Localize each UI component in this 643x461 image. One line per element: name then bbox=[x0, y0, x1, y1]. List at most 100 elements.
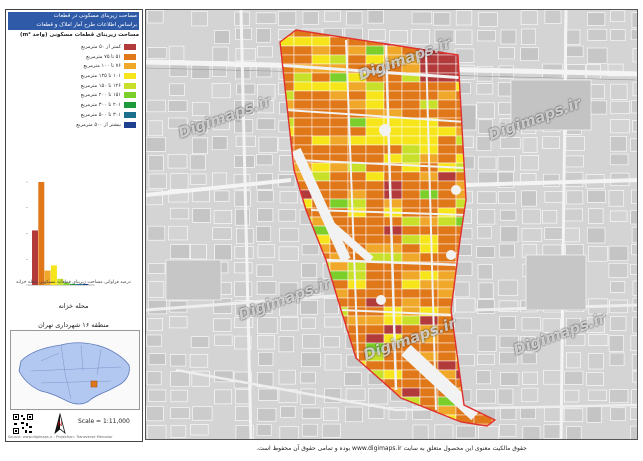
city-block bbox=[258, 136, 278, 153]
city-block bbox=[564, 155, 584, 168]
parcel bbox=[383, 180, 403, 191]
parcel bbox=[437, 90, 457, 101]
city-block bbox=[214, 190, 230, 202]
parcel bbox=[347, 117, 367, 128]
city-block bbox=[344, 372, 362, 386]
city-block bbox=[564, 171, 584, 187]
parcel bbox=[419, 108, 439, 119]
city-block bbox=[456, 425, 476, 439]
parcel bbox=[365, 144, 385, 155]
parcel bbox=[329, 72, 349, 83]
city-block bbox=[146, 406, 164, 422]
city-block bbox=[587, 28, 608, 41]
city-block bbox=[258, 351, 274, 366]
map-canvas bbox=[146, 10, 637, 439]
city-block bbox=[301, 244, 320, 256]
city-block bbox=[521, 387, 539, 403]
city-block bbox=[631, 389, 637, 406]
parcel bbox=[311, 135, 331, 146]
city-block bbox=[608, 190, 625, 207]
city-block bbox=[522, 426, 541, 439]
city-block bbox=[234, 281, 253, 297]
city-block bbox=[235, 27, 252, 40]
parcel bbox=[293, 54, 313, 65]
city-block bbox=[588, 389, 607, 401]
city-block bbox=[323, 407, 339, 422]
parcel bbox=[365, 81, 385, 92]
parcel bbox=[365, 45, 385, 56]
legend-item: ۳۰۱ تا ۵۰۰ مترمربع bbox=[8, 111, 139, 120]
city-block bbox=[170, 173, 189, 190]
main-map[interactable]: Digimaps.ir Digimaps.ir Digimaps.ir Digi… bbox=[145, 9, 638, 440]
city-block bbox=[257, 334, 275, 350]
city-block bbox=[146, 99, 166, 113]
city-block bbox=[631, 226, 637, 244]
city-block bbox=[498, 101, 514, 115]
city-block bbox=[631, 189, 637, 205]
city-block bbox=[192, 208, 211, 223]
city-block bbox=[631, 100, 637, 114]
north-arrow-icon: N bbox=[54, 413, 66, 435]
city-block bbox=[609, 389, 629, 404]
city-block bbox=[520, 155, 539, 171]
parcel bbox=[293, 117, 313, 128]
city-block bbox=[630, 138, 637, 152]
city-block bbox=[632, 316, 637, 334]
parcel bbox=[401, 270, 421, 281]
city-block bbox=[256, 264, 274, 277]
parcel bbox=[293, 81, 313, 92]
parcel bbox=[293, 135, 313, 146]
city-block bbox=[500, 226, 519, 243]
parcel bbox=[329, 99, 349, 110]
city-block bbox=[476, 83, 494, 95]
city-block bbox=[300, 388, 316, 405]
parcel bbox=[383, 216, 403, 227]
parcel bbox=[401, 198, 421, 209]
parcel bbox=[293, 36, 313, 47]
parcel bbox=[365, 171, 385, 182]
parcel bbox=[401, 189, 421, 200]
city-block bbox=[476, 246, 496, 258]
city-block bbox=[147, 120, 163, 137]
parcel bbox=[383, 369, 403, 380]
city-block bbox=[456, 354, 476, 367]
city-block bbox=[322, 423, 341, 438]
city-block bbox=[301, 317, 316, 329]
city-block bbox=[256, 28, 271, 43]
parcel bbox=[401, 225, 421, 236]
parcel bbox=[347, 216, 367, 227]
city-block bbox=[367, 10, 384, 24]
legend-item: ۱۲۶ تا ۱۵۰ مترمربع bbox=[8, 82, 139, 91]
city-block bbox=[255, 12, 277, 24]
city-block bbox=[146, 334, 162, 347]
city-block bbox=[389, 30, 408, 44]
city-block bbox=[563, 227, 580, 243]
parcel bbox=[329, 90, 349, 101]
parcel bbox=[437, 63, 457, 74]
parcel bbox=[401, 387, 421, 398]
parcel bbox=[437, 81, 457, 92]
city-block bbox=[190, 243, 207, 260]
city-block bbox=[433, 12, 451, 26]
city-block bbox=[168, 225, 188, 241]
city-block bbox=[543, 369, 563, 385]
city-block bbox=[587, 353, 604, 370]
parcel bbox=[365, 198, 385, 209]
parcel bbox=[365, 153, 385, 164]
parcel bbox=[401, 135, 421, 146]
parcel bbox=[419, 252, 439, 263]
city-block bbox=[213, 210, 232, 224]
city-block bbox=[566, 426, 582, 439]
district-name: منطقه ۱۶ شهرداری تهران bbox=[38, 321, 109, 329]
parcel bbox=[293, 72, 313, 83]
city-block bbox=[256, 154, 273, 166]
city-block bbox=[609, 153, 629, 166]
parcel bbox=[383, 153, 403, 164]
city-block bbox=[630, 263, 637, 275]
parcel bbox=[401, 279, 421, 290]
parcel bbox=[365, 243, 385, 254]
legend-item: بیشتر از ۵۰۰ مترمربع bbox=[8, 121, 139, 130]
parcel bbox=[329, 144, 349, 155]
parcel bbox=[347, 126, 367, 137]
parcel bbox=[365, 189, 385, 200]
